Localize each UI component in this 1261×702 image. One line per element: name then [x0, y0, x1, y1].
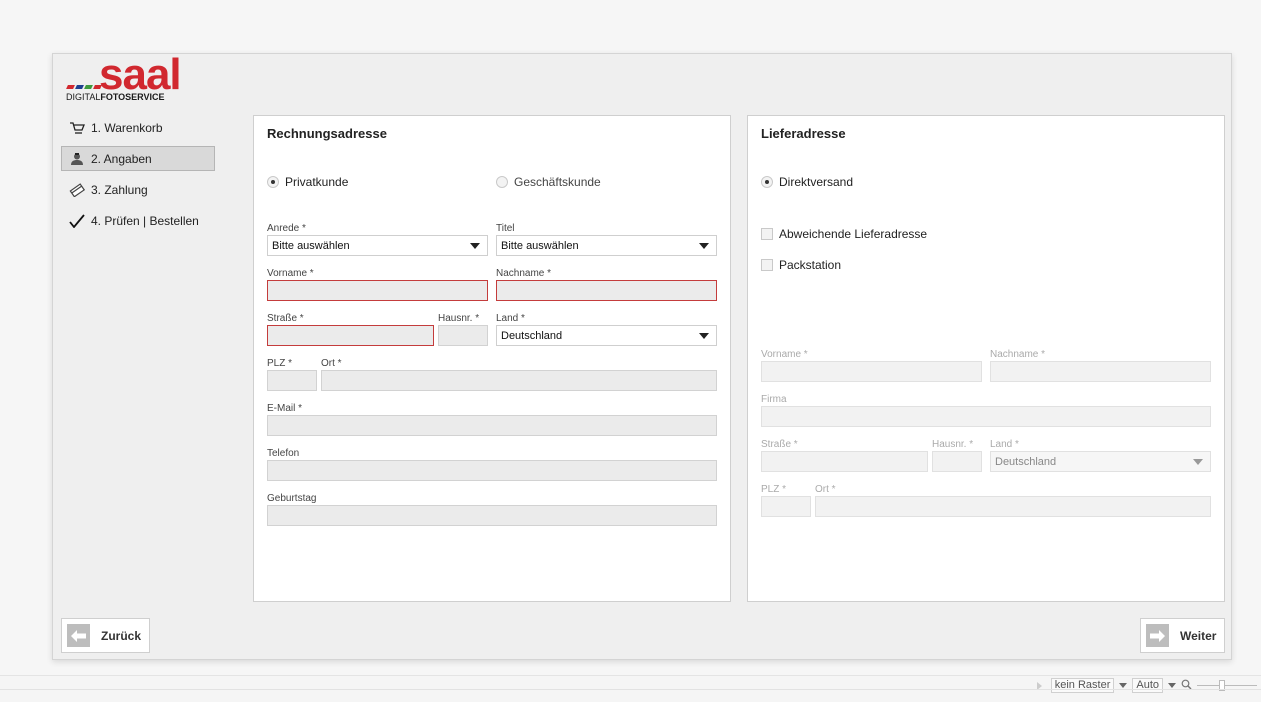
step-label: 2. Angaben — [91, 151, 152, 166]
checkbox-alternative-address[interactable]: Abweichende Lieferadresse — [761, 227, 927, 241]
ship-lastname-label: Nachname * — [990, 349, 1046, 360]
birthday-label: Geburtstag — [267, 493, 317, 504]
zip-label: PLZ * — [267, 358, 293, 369]
chevron-down-icon — [699, 333, 709, 339]
arrow-left-icon — [67, 624, 90, 647]
checkout-steps: 1. Warenkorb 2. Angaben 3. Zahlung 4. Pr… — [61, 115, 215, 239]
select-value: Bitte auswählen — [501, 240, 579, 252]
chevron-down-icon — [1193, 459, 1203, 465]
billing-address-panel: Rechnungsadresse Privatkunde Geschäftsku… — [253, 115, 731, 602]
select-value: Deutschland — [501, 330, 563, 342]
step-review-order[interactable]: 4. Prüfen | Bestellen — [61, 208, 215, 233]
ship-zip-label: PLZ * — [761, 484, 787, 495]
street-label: Straße * — [267, 313, 304, 324]
ship-firstname-label: Vorname * — [761, 349, 808, 360]
ship-lastname-input[interactable] — [990, 361, 1211, 382]
ship-street-input[interactable] — [761, 451, 928, 472]
radio-label: Direktversand — [779, 175, 854, 189]
ship-country-label: Land * — [990, 439, 1019, 450]
step-details[interactable]: 2. Angaben — [61, 146, 215, 171]
chevron-down-icon[interactable] — [1119, 683, 1128, 688]
grid-select-value: kein Raster — [1054, 679, 1111, 691]
ship-company-label: Firma — [761, 394, 787, 405]
street-input[interactable] — [267, 325, 434, 346]
step-payment[interactable]: 3. Zahlung — [61, 177, 215, 202]
phone-label: Telefon — [267, 448, 300, 459]
salutation-select[interactable]: Bitte auswählen — [267, 235, 488, 256]
logo-subtitle: DIGITALFOTOSERVICE — [66, 92, 165, 102]
ship-street-label: Straße * — [761, 439, 798, 450]
checkout-dialog: saal DIGITALFOTOSERVICE 1. Warenkorb 2. … — [52, 50, 1232, 660]
radio-direct-shipping[interactable]: Direktversand — [761, 175, 853, 189]
city-label: Ort * — [321, 358, 342, 369]
checkbox-label: Packstation — [779, 258, 842, 272]
lastname-input[interactable] — [496, 280, 717, 301]
ship-company-input[interactable] — [761, 406, 1211, 427]
step-label: 3. Zahlung — [91, 182, 148, 197]
back-button-label: Zurück — [101, 628, 142, 643]
checkbox-box[interactable] — [761, 259, 773, 271]
zoom-icon[interactable] — [1181, 679, 1192, 693]
zoom-select-value: Auto — [1136, 679, 1159, 691]
select-value: Deutschland — [995, 456, 1057, 468]
ship-country-select[interactable]: Deutschland — [990, 451, 1211, 472]
chevron-down-icon — [699, 243, 709, 249]
step-cart[interactable]: 1. Warenkorb — [61, 115, 215, 140]
country-select[interactable]: Deutschland — [496, 325, 717, 346]
title-label: Titel — [496, 223, 515, 234]
firstname-label: Vorname * — [267, 268, 314, 279]
email-label: E-Mail * — [267, 403, 303, 414]
zoom-slider[interactable] — [1197, 680, 1257, 691]
radio-dot[interactable] — [496, 176, 508, 188]
bottom-divider — [0, 689, 1261, 690]
chevron-down-icon — [470, 243, 480, 249]
housenr-input[interactable] — [438, 325, 488, 346]
check-icon — [68, 213, 86, 228]
radio-label: Privatkunde — [285, 175, 349, 189]
ship-zip-input[interactable] — [761, 496, 811, 517]
country-label: Land * — [496, 313, 525, 324]
radio-business-customer[interactable]: Geschäftskunde — [496, 175, 601, 189]
email-input[interactable] — [267, 415, 717, 436]
lastname-label: Nachname * — [496, 268, 552, 279]
salutation-label: Anrede * — [267, 223, 306, 234]
saal-logo: saal DIGITALFOTOSERVICE — [65, 50, 195, 104]
zip-input[interactable] — [267, 370, 317, 391]
radio-private-customer[interactable]: Privatkunde — [267, 175, 348, 189]
cart-icon — [68, 121, 86, 135]
title-select[interactable]: Bitte auswählen — [496, 235, 717, 256]
payment-icon — [68, 182, 86, 197]
back-button[interactable]: Zurück — [61, 618, 150, 653]
birthday-input[interactable] — [267, 505, 717, 526]
ship-housenr-input[interactable] — [932, 451, 982, 472]
arrow-right-icon — [1146, 624, 1169, 647]
grid-select[interactable]: kein Raster — [1050, 678, 1115, 693]
radio-label: Geschäftskunde — [514, 175, 601, 189]
next-button-label: Weiter — [1180, 628, 1217, 643]
ship-city-label: Ort * — [815, 484, 836, 495]
chevron-down-icon[interactable] — [1168, 683, 1176, 688]
shipping-title: Lieferadresse — [761, 126, 846, 141]
step-label: 4. Prüfen | Bestellen — [91, 213, 199, 228]
step-label: 1. Warenkorb — [91, 120, 163, 135]
ship-housenr-label: Hausnr. * — [932, 439, 974, 450]
radio-dot[interactable] — [761, 176, 773, 188]
phone-input[interactable] — [267, 460, 717, 481]
checkbox-packstation[interactable]: Packstation — [761, 258, 841, 272]
shipping-address-panel: Lieferadresse Direktversand Abweichende … — [747, 115, 1225, 602]
housenr-label: Hausnr. * — [438, 313, 480, 324]
firstname-input[interactable] — [267, 280, 488, 301]
zoom-select[interactable]: Auto — [1132, 678, 1163, 693]
billing-title: Rechnungsadresse — [267, 126, 387, 141]
city-input[interactable] — [321, 370, 717, 391]
ship-city-input[interactable] — [815, 496, 1211, 517]
next-button[interactable]: Weiter — [1140, 618, 1225, 653]
user-icon — [68, 152, 86, 166]
ship-firstname-input[interactable] — [761, 361, 982, 382]
checkbox-box[interactable] — [761, 228, 773, 240]
select-value: Bitte auswählen — [272, 240, 350, 252]
radio-dot[interactable] — [267, 176, 279, 188]
checkbox-label: Abweichende Lieferadresse — [779, 227, 928, 241]
